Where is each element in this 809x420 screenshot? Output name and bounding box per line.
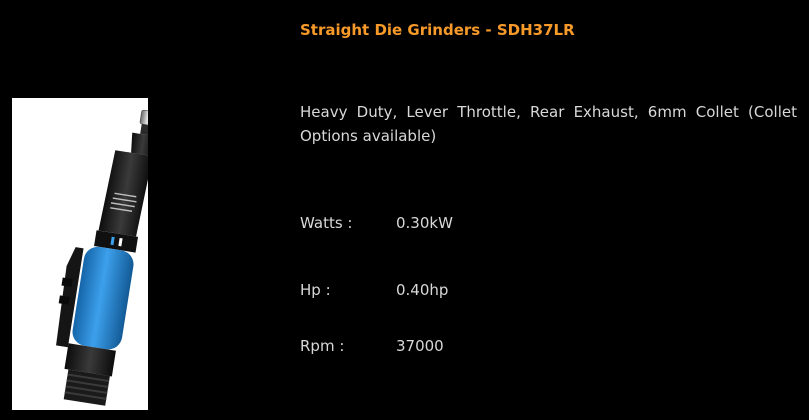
spec-rpm-label: Rpm : [300, 337, 345, 355]
product-description: Heavy Duty, Lever Throttle, Rear Exhaust… [300, 103, 797, 145]
spec-hp-label: Hp : [300, 281, 331, 299]
die-grinder-illustration [56, 109, 148, 406]
spec-watts-label: Watts : [300, 214, 353, 232]
spec-rpm-value: 37000 [396, 337, 444, 355]
spec-hp-value: 0.40hp [396, 281, 449, 299]
product-image [12, 98, 148, 410]
spec-watts-value: 0.30kW [396, 214, 453, 232]
product-title: Straight Die Grinders - SDH37LR [300, 21, 575, 39]
